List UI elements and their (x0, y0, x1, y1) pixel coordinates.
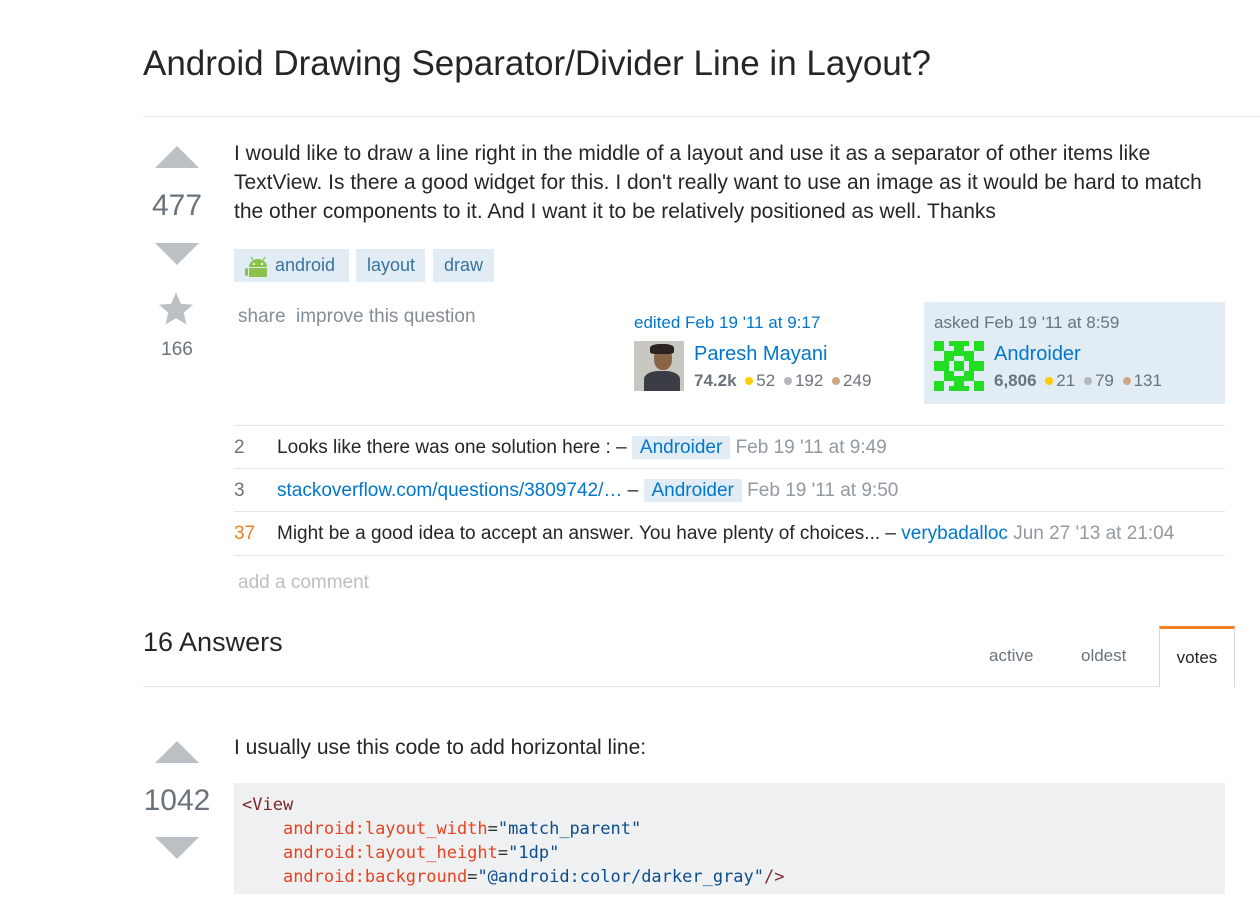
gold-badge-icon (745, 376, 754, 385)
comment-body: Might be a good idea to accept an answer… (277, 523, 1174, 545)
comment-link[interactable]: stackoverflow.com/questions/3809742/… (277, 480, 622, 501)
comment-date[interactable]: Feb 19 '11 at 9:49 (736, 437, 887, 458)
comment-dash: – (627, 480, 639, 501)
bronze-badge-icon (832, 376, 841, 385)
code-close-tag: /> (764, 867, 785, 887)
editor-avatar[interactable] (634, 341, 684, 391)
comment-user[interactable]: verybadalloc (901, 523, 1008, 544)
tag-draw[interactable]: draw (433, 249, 494, 282)
comment-body: Looks like there was one solution here :… (277, 436, 887, 459)
owner-identicon[interactable] (934, 341, 984, 391)
answers-divider (143, 686, 1159, 687)
editor-gold-count: 52 (756, 371, 776, 390)
star-icon[interactable] (157, 290, 195, 328)
share-link[interactable]: share (238, 306, 286, 328)
comment-score: 2 (234, 437, 245, 458)
answer-upvote-icon[interactable] (155, 741, 199, 763)
comment: 2 Looks like there was one solution here… (234, 426, 1225, 469)
tab-oldest[interactable]: oldest (1081, 646, 1126, 666)
bronze-badge-icon (1122, 376, 1131, 385)
comment-body: stackoverflow.com/questions/3809742/… – … (277, 479, 898, 502)
add-comment-link[interactable]: add a comment (238, 572, 369, 594)
owner-card: asked Feb 19 '11 at 8:59 Androider 6,806… (924, 302, 1225, 404)
tag-layout[interactable]: layout (356, 249, 425, 282)
comment-text: Might be a good idea to accept an answer… (277, 523, 896, 544)
owner-name[interactable]: Androider (994, 343, 1081, 366)
question-vote-count: 477 (151, 189, 203, 222)
owner-gold-count: 21 (1056, 371, 1076, 390)
editor-name[interactable]: Paresh Mayani (694, 343, 827, 366)
answer-downvote-icon[interactable] (155, 837, 199, 859)
asked-timestamp: asked Feb 19 '11 at 8:59 (934, 313, 1120, 332)
tab-votes[interactable]: votes (1159, 626, 1235, 687)
code-attr-value: "@android:color/darker_gray" (477, 867, 765, 887)
title-divider (143, 116, 1260, 117)
comment: 3 stackoverflow.com/questions/3809742/… … (234, 469, 1225, 512)
comment-user[interactable]: Androider (631, 436, 731, 459)
owner-rep-score: 6,806 (994, 371, 1037, 390)
comment-score: 37 (234, 523, 256, 544)
silver-badge-icon (1083, 376, 1092, 385)
editor-reputation: 74.2k 52 192 249 (694, 371, 871, 391)
silver-badge-icon (783, 376, 792, 385)
page-title: Android Drawing Separator/Divider Line i… (143, 44, 931, 83)
editor-silver-count: 192 (794, 371, 824, 390)
owner-reputation: 6,806 21 79 131 (994, 371, 1162, 391)
code-block: <View android:layout_width="match_parent… (234, 783, 1225, 894)
gold-badge-icon (1045, 376, 1054, 385)
comments-bottom-divider (234, 555, 1225, 556)
android-robot-icon (245, 256, 267, 278)
comment-text: Looks like there was one solution here :… (277, 437, 627, 458)
tab-active[interactable]: active (989, 646, 1033, 666)
comment: 37 Might be a good idea to accept an ans… (234, 512, 1225, 555)
answer-body: I usually use this code to add horizonta… (234, 736, 647, 759)
answers-count: 16 Answers (143, 627, 283, 657)
code-attr-name: android:layout_height (282, 843, 498, 863)
upvote-icon[interactable] (155, 146, 199, 168)
editor-bronze-count: 249 (843, 371, 872, 390)
question-body: I would like to draw a line right in the… (234, 142, 1202, 223)
tab-votes-label: votes (1176, 648, 1218, 667)
tag-android-label: android (275, 255, 336, 275)
code-open-tag: <View (242, 795, 294, 815)
edited-timestamp[interactable]: edited Feb 19 '11 at 9:17 (634, 313, 820, 333)
comment-date[interactable]: Jun 27 '13 at 21:04 (1013, 523, 1174, 544)
code-attr-value: "match_parent" (497, 819, 642, 839)
editor-rep-score: 74.2k (694, 371, 737, 390)
answer-vote-count: 1042 (143, 784, 211, 817)
comment-user[interactable]: Androider (643, 479, 742, 502)
code-attr-name: android:layout_width (282, 819, 488, 839)
owner-bronze-count: 131 (1133, 371, 1162, 390)
code-attr-value: "1dp" (508, 843, 560, 863)
comment-score: 3 (234, 480, 245, 501)
owner-silver-count: 79 (1094, 371, 1114, 390)
downvote-icon[interactable] (155, 243, 199, 265)
tag-android[interactable]: android (234, 249, 349, 282)
comment-date[interactable]: Feb 19 '11 at 9:50 (747, 480, 898, 501)
code-attr-name: android:background (282, 867, 468, 887)
favorite-count: 166 (161, 339, 193, 360)
improve-question-link[interactable]: improve this question (296, 306, 476, 328)
